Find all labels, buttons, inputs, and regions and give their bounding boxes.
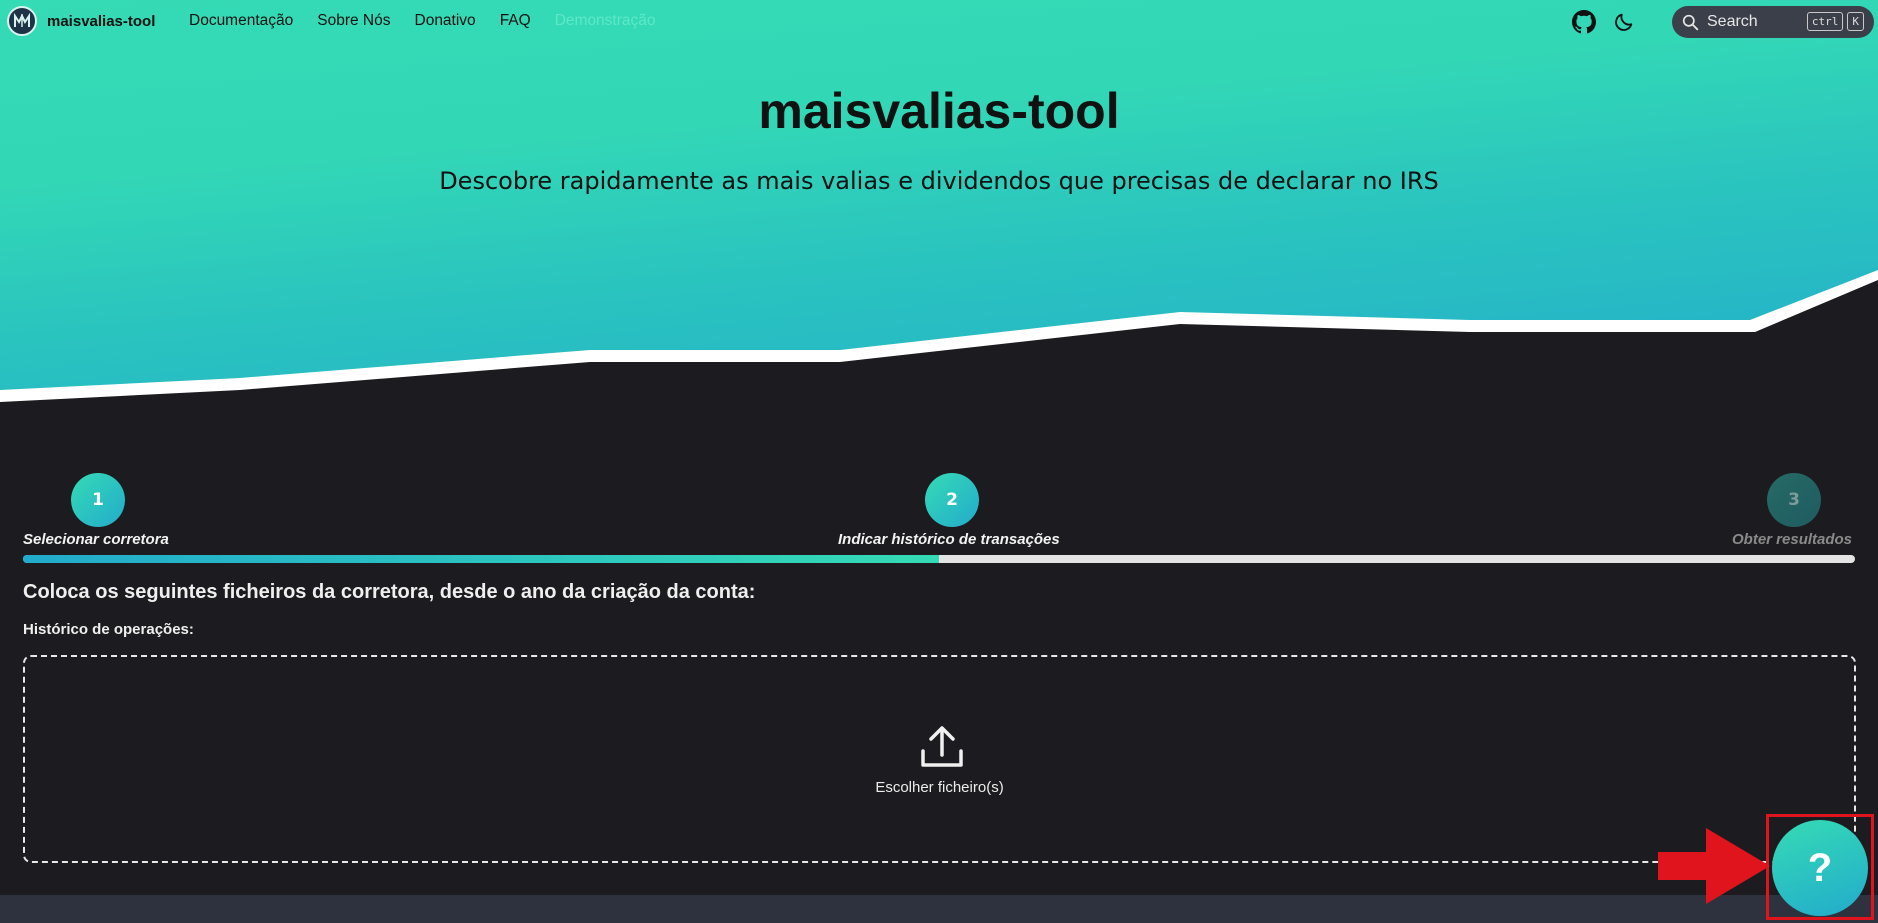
- annotation-arrow-icon: [1658, 828, 1770, 904]
- hero-wave-shape: [0, 270, 1878, 420]
- logo-icon: [7, 6, 37, 36]
- search-icon: [1682, 14, 1699, 30]
- brand-name: maisvalias-tool: [47, 12, 156, 30]
- step-3-circle: 3: [1767, 473, 1821, 527]
- hero-subtitle: Descobre rapidamente as mais valias e di…: [439, 167, 1439, 195]
- search-button[interactable]: Search ctrl K: [1672, 6, 1874, 38]
- hero-title: maisvalias-tool: [758, 83, 1120, 139]
- brand-link[interactable]: maisvalias-tool: [7, 6, 155, 36]
- kbd-k: K: [1847, 12, 1864, 31]
- step-3-label: Obter resultados: [1732, 531, 1853, 548]
- nav-link-demonstracao[interactable]: Demonstração: [555, 12, 656, 30]
- nav-link-faq[interactable]: FAQ: [500, 12, 531, 30]
- step-2-label: Indicar histórico de transações: [838, 531, 1060, 548]
- step-1-circle[interactable]: 1: [71, 473, 125, 527]
- github-icon[interactable]: [1570, 8, 1598, 36]
- step-progress-bar: [23, 555, 1855, 563]
- files-heading: Coloca os seguintes ficheiros da correto…: [23, 581, 756, 603]
- file-dropzone[interactable]: Escolher ficheiro(s): [23, 655, 1856, 863]
- step-progress-fill: [23, 555, 939, 563]
- nav-link-sobre-nos[interactable]: Sobre Nós: [317, 12, 390, 30]
- nav-right-group: [1570, 8, 1650, 36]
- choose-files-label: Escolher ficheiro(s): [875, 779, 1004, 796]
- upload-icon: [921, 726, 963, 767]
- top-navbar: maisvalias-tool Documentação Sobre Nós D…: [0, 0, 1878, 44]
- step-1-label: Selecionar corretora: [23, 531, 169, 548]
- hero-section: maisvalias-tool Descobre rapidamente as …: [0, 0, 1878, 420]
- nav-link-donativo[interactable]: Donativo: [415, 12, 476, 30]
- search-placeholder: Search: [1707, 13, 1758, 30]
- step-2-circle[interactable]: 2: [925, 473, 979, 527]
- search-shortcut: ctrl K: [1803, 12, 1864, 31]
- nav-link-documentacao[interactable]: Documentação: [189, 12, 293, 30]
- operations-history-label: Histórico de operações:: [23, 621, 194, 638]
- annotation-highlight-box: [1766, 814, 1874, 920]
- kbd-ctrl: ctrl: [1806, 12, 1844, 31]
- moon-icon[interactable]: [1610, 8, 1638, 36]
- footer-band: [0, 895, 1878, 923]
- nav-links: Documentação Sobre Nós Donativo FAQ Demo…: [189, 12, 680, 30]
